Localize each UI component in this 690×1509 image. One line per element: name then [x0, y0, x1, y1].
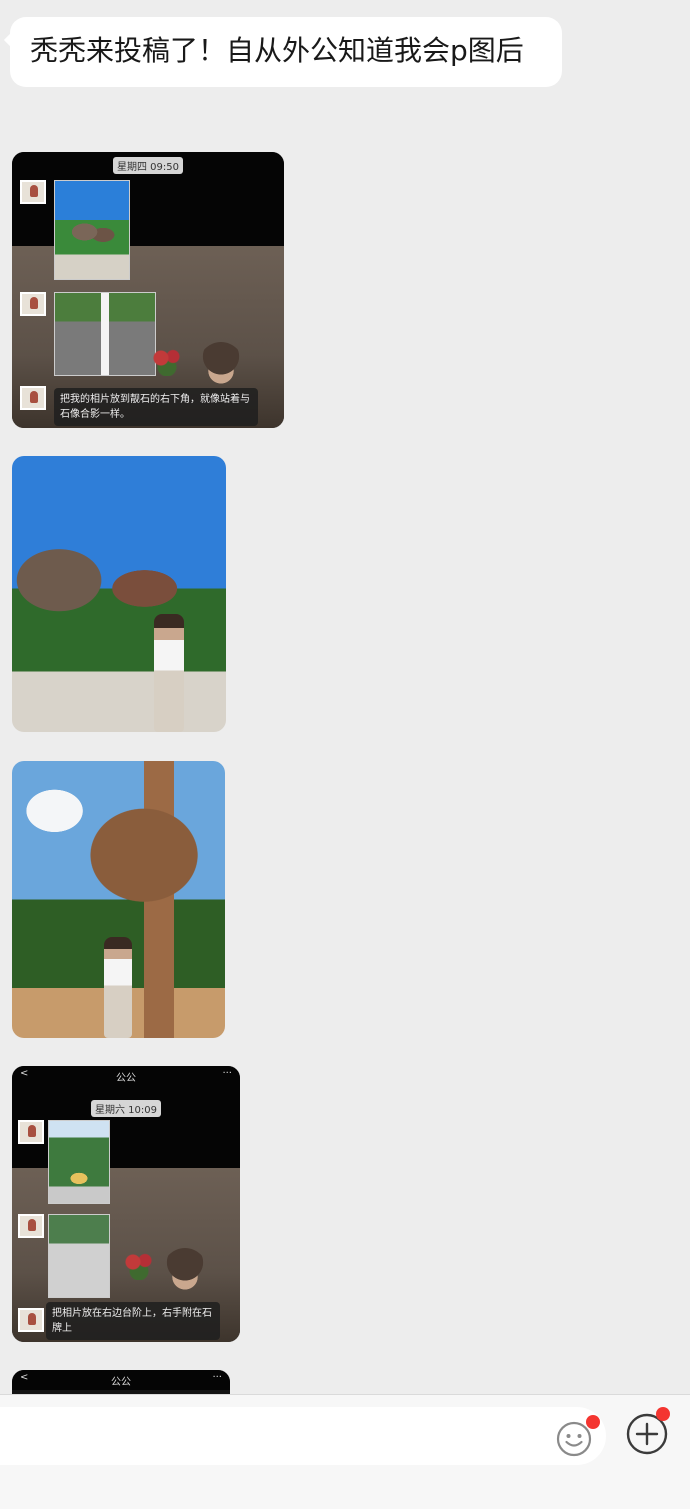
image-message-rock-photo-2[interactable] [12, 761, 225, 1038]
image-message-rock-photo-1[interactable] [12, 456, 226, 732]
emoji-button[interactable] [556, 1415, 600, 1457]
add-button[interactable] [626, 1407, 670, 1455]
chat-input-bar [0, 1394, 690, 1509]
nav-title: 公公 [111, 1377, 131, 1388]
avatar [18, 1120, 44, 1144]
message-input[interactable] [0, 1407, 606, 1465]
time-chip: 星期六 10:09 [91, 1100, 161, 1117]
image-message-screenshot-2[interactable]: < 公公 ··· 星期六 10:09 把相片放在右边台阶上，右手附在石牌上 [12, 1066, 240, 1342]
emoji-badge [586, 1415, 600, 1429]
screenshot-caption: 把相片放在右边台阶上，右手附在石牌上 [46, 1302, 220, 1340]
thumbnail-person-photo [54, 292, 156, 376]
image-message-screenshot-1[interactable]: 星期四 09:50 把我的相片放到靓石的右下角，就像站着与石像合影一样。 [12, 152, 284, 428]
thumbnail-rock-photo [54, 180, 130, 280]
avatar [20, 292, 46, 316]
person-figure [154, 614, 184, 732]
add-badge [656, 1407, 670, 1421]
screenshot-navbar: < 公公 ··· [12, 1066, 240, 1086]
more-icon: ··· [222, 1068, 232, 1079]
thumbnail-park-photo [48, 1120, 110, 1204]
flowers-decoration [124, 1250, 154, 1280]
avatar [18, 1308, 44, 1332]
message-text: 秃秃来投稿了！自从外公知道我会p图后 [30, 34, 524, 67]
portrait-background [198, 342, 244, 390]
time-chip: 星期四 09:50 [113, 157, 183, 174]
screenshot-top-area [12, 1086, 240, 1168]
avatar [20, 386, 46, 410]
person-figure [104, 937, 132, 1038]
screenshot-navbar: < 公公 ··· [12, 1370, 230, 1390]
avatar [18, 1214, 44, 1238]
message-bubble[interactable]: 秃秃来投稿了！自从外公知道我会p图后 [10, 17, 562, 87]
avatar [20, 180, 46, 204]
screenshot-caption: 把我的相片放到靓石的右下角，就像站着与石像合影一样。 [54, 388, 258, 426]
portrait-background [162, 1248, 208, 1296]
nav-title: 公公 [116, 1073, 136, 1084]
flowers-decoration [152, 346, 182, 376]
more-icon: ··· [212, 1372, 222, 1383]
thumbnail-stairs-photo [48, 1214, 110, 1298]
